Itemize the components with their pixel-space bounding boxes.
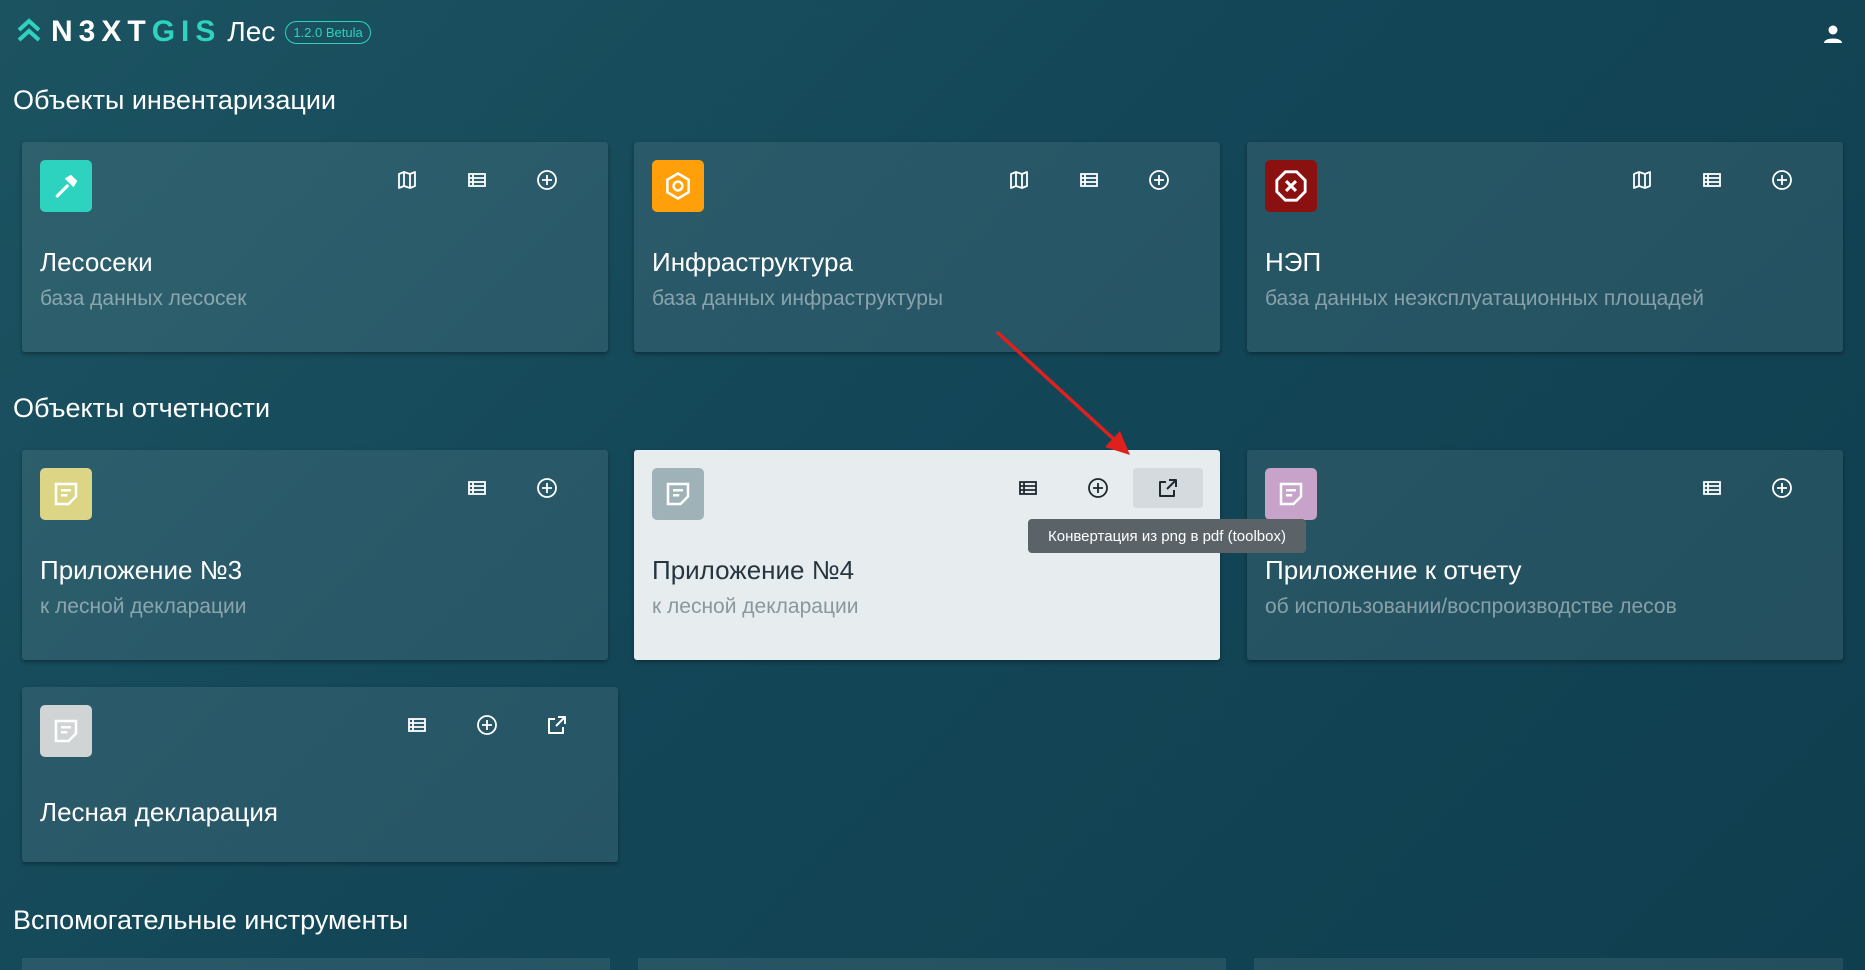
tool-card[interactable] <box>638 958 1226 970</box>
add-circle-icon[interactable] <box>1747 160 1817 200</box>
note-icon <box>40 468 92 520</box>
tooltip: Конвертация из png в pdf (toolbox) <box>1028 519 1306 553</box>
table-icon[interactable] <box>1054 160 1124 200</box>
card-title: Инфраструктура <box>652 247 853 277</box>
card-cutting-areas[interactable]: Лесосеки база данных лесосек <box>22 142 608 352</box>
table-icon[interactable] <box>993 468 1063 508</box>
card-appendix-4[interactable]: Приложение №4 к лесной декларации <box>634 450 1220 660</box>
logo-mark-icon <box>17 18 41 42</box>
app-name: Лес <box>227 16 276 47</box>
gear-icon <box>652 160 704 212</box>
card-subtitle: база данных инфраструктуры <box>652 287 944 310</box>
section-title-inventory: Объекты инвентаризации <box>13 85 337 115</box>
open-external-icon[interactable] <box>522 705 592 745</box>
card-title: Приложение №4 <box>652 555 855 585</box>
add-circle-icon[interactable] <box>1124 160 1194 200</box>
tool-card[interactable] <box>1254 958 1843 970</box>
section-title-tools: Вспомогательные инструменты <box>13 905 409 935</box>
card-nep[interactable]: НЭП база данных неэксплуатационных площа… <box>1247 142 1843 352</box>
map-icon[interactable] <box>372 160 442 200</box>
add-circle-icon[interactable] <box>1747 468 1817 508</box>
user-icon[interactable] <box>1821 22 1845 46</box>
add-circle-icon[interactable] <box>512 468 582 508</box>
open-external-icon[interactable] <box>1133 468 1203 508</box>
note-icon <box>40 705 92 757</box>
note-icon <box>1265 468 1317 520</box>
table-icon[interactable] <box>442 160 512 200</box>
card-subtitle: к лесной декларации <box>652 595 859 618</box>
add-circle-icon[interactable] <box>1063 468 1133 508</box>
map-icon[interactable] <box>1607 160 1677 200</box>
card-title: Приложение к отчету <box>1265 555 1522 585</box>
note-icon <box>652 468 704 520</box>
card-subtitle: база данных неэксплуатационных площадей <box>1265 287 1704 310</box>
section-title-reporting: Объекты отчетности <box>13 393 271 423</box>
card-report-appendix[interactable]: Приложение к отчету об использовании/вос… <box>1247 450 1843 660</box>
card-subtitle: об использовании/воспроизводстве лесов <box>1265 595 1677 618</box>
table-icon[interactable] <box>382 705 452 745</box>
card-subtitle: база данных лесосек <box>40 287 247 310</box>
table-icon[interactable] <box>442 468 512 508</box>
add-circle-icon[interactable] <box>512 160 582 200</box>
map-icon[interactable] <box>984 160 1054 200</box>
annotation-arrow-icon <box>996 331 1130 455</box>
logo-text: N3XTGIS <box>51 15 222 48</box>
card-title: НЭП <box>1265 247 1322 277</box>
card-infrastructure[interactable]: Инфраструктура база данных инфраструктур… <box>634 142 1220 352</box>
tool-card[interactable] <box>22 958 610 970</box>
version-badge: 1.2.0 Betula <box>285 20 371 44</box>
card-title: Лесная декларация <box>40 797 278 827</box>
close-octagon-icon <box>1265 160 1317 212</box>
card-title: Приложение №3 <box>40 555 243 585</box>
add-circle-icon[interactable] <box>452 705 522 745</box>
card-subtitle: к лесной декларации <box>40 595 247 618</box>
logo[interactable]: N3XTGIS Лес 1.2.0 Betula <box>17 14 371 50</box>
table-icon[interactable] <box>1677 468 1747 508</box>
card-forest-declaration[interactable]: Лесная декларация <box>22 687 618 862</box>
top-bar: N3XTGIS Лес 1.2.0 Betula <box>0 0 1865 64</box>
hammer-icon <box>40 160 92 212</box>
card-title: Лесосеки <box>40 247 153 277</box>
table-icon[interactable] <box>1677 160 1747 200</box>
card-appendix-3[interactable]: Приложение №3 к лесной декларации <box>22 450 608 660</box>
